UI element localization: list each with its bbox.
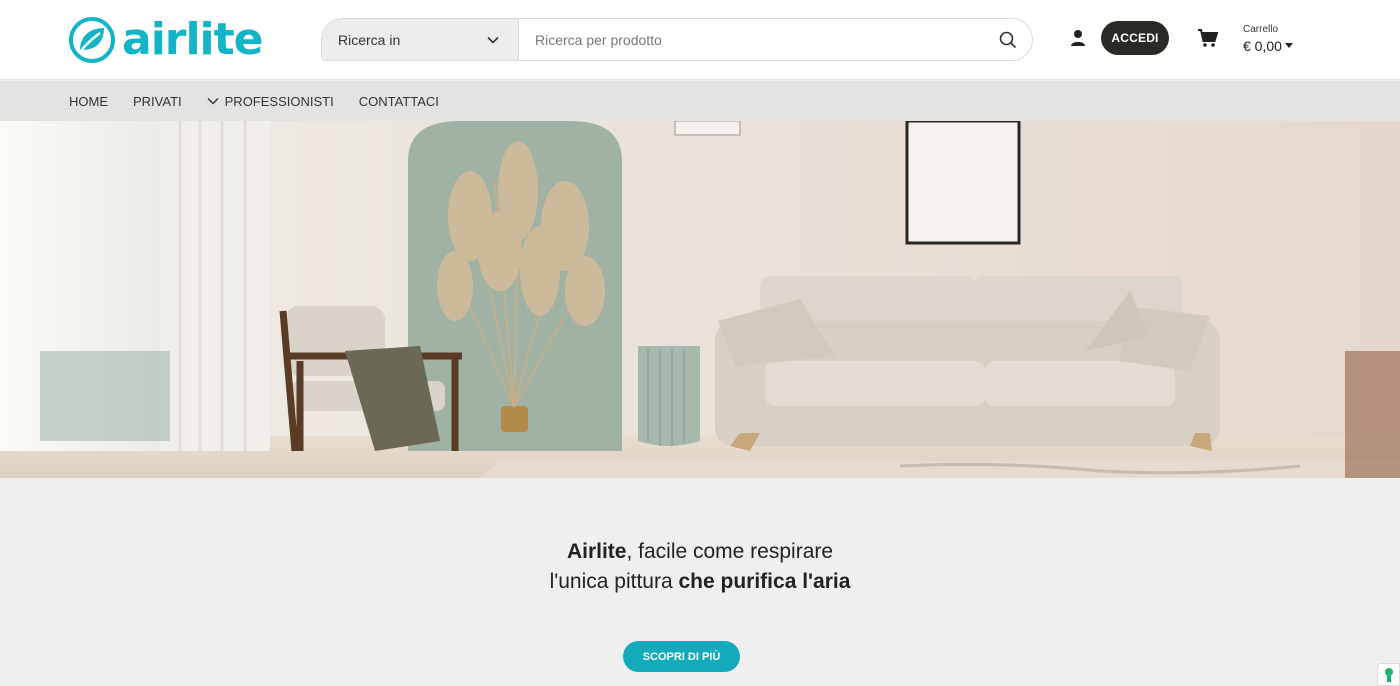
tagline-brand: Airlite (566, 540, 627, 563)
caret-down-icon (1284, 43, 1293, 48)
nav-item-label: PRIVATI (133, 93, 182, 109)
nav-item-privati[interactable]: PRIVATI (133, 94, 182, 109)
search-category-label: Ricerca in (338, 31, 401, 48)
search-bar: Ricerca in (321, 18, 1033, 61)
hero-living-room-image (0, 121, 1400, 478)
nav-item-home[interactable]: HOME (69, 94, 108, 109)
chevron-down-icon (487, 36, 499, 44)
tagline-line-1-text: , facile come respirare (626, 540, 834, 563)
nav-item-label: PROFESSIONISTI (224, 93, 334, 109)
cart-label: Carrello (1243, 24, 1279, 35)
leaf-logo-icon (69, 17, 115, 63)
login-button[interactable]: ACCEDI (1101, 21, 1169, 55)
brand-logo[interactable]: airlite (68, 14, 264, 66)
search-category-select[interactable]: Ricerca in (322, 19, 519, 60)
cart-total-dropdown[interactable]: € 0,00 (1243, 38, 1293, 54)
user-icon[interactable] (1068, 28, 1088, 48)
cart-total-value: € 0,00 (1243, 38, 1282, 54)
cart-icon[interactable] (1197, 27, 1219, 49)
main-nav: HOME PRIVATI PROFESSIONISTI CONTATTACI (0, 81, 1400, 121)
chevron-down-icon (207, 98, 219, 105)
site-header: airlite Ricerca in ACCEDI Carrello € 0,0… (0, 0, 1400, 80)
lock-icon[interactable] (1377, 663, 1400, 686)
search-input[interactable] (519, 19, 984, 60)
nav-item-contattaci[interactable]: CONTATTACI (359, 94, 439, 109)
brand-name: airlite (122, 14, 264, 65)
hero-tagline: Airlite, facile come respirare l'unica p… (0, 537, 1400, 597)
discover-more-button[interactable]: SCOPRI DI PIÙ (623, 641, 740, 672)
search-icon (999, 31, 1017, 48)
nav-item-label: HOME (69, 93, 108, 109)
tagline-line-1: Airlite, facile come respirare (0, 537, 1400, 567)
tagline-line-2-bold: che purifica l'aria (678, 570, 851, 593)
nav-item-professionisti[interactable]: PROFESSIONISTI (207, 94, 334, 109)
search-button[interactable] (984, 19, 1032, 60)
tagline-line-2-text: l'unica pittura (549, 570, 679, 593)
tagline-line-2: l'unica pittura che purifica l'aria (0, 567, 1400, 597)
nav-item-label: CONTATTACI (358, 93, 439, 109)
hero-banner (0, 121, 1400, 478)
